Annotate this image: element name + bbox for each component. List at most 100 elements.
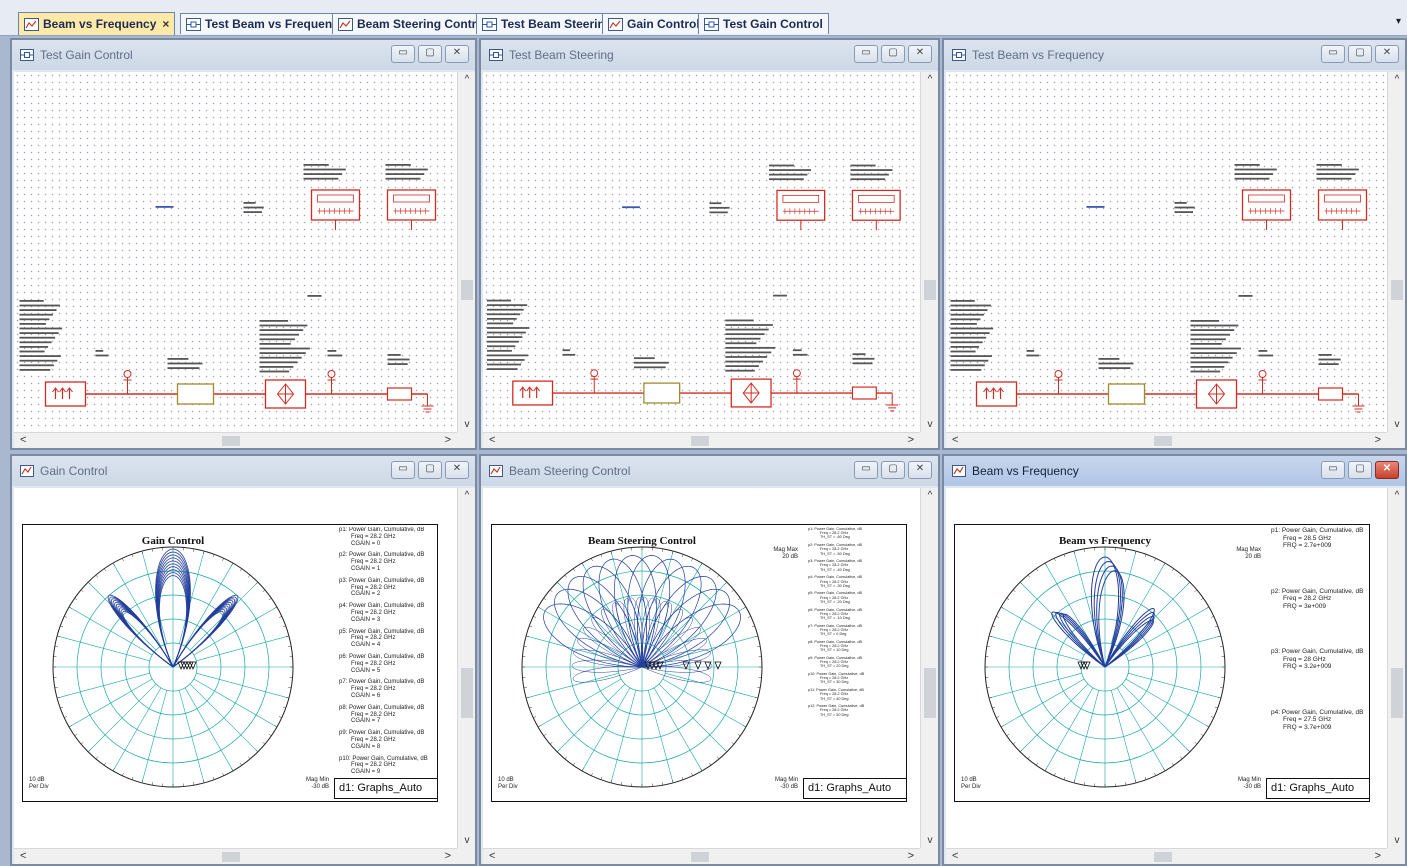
scroll-down-icon[interactable]: v [921, 835, 939, 846]
scroll-up-icon[interactable]: ^ [458, 74, 476, 85]
vertical-scrollbar[interactable]: ^ v [457, 72, 475, 432]
polar-graph[interactable]: Beam vs Frequency Mag Max 20 dB Mag Min -30 … [954, 524, 1370, 802]
vertical-scroll-thumb[interactable] [1391, 280, 1403, 300]
horizontal-scrollbar[interactable]: < > [14, 848, 457, 864]
dataset-label[interactable]: d1: Graphs_Auto [1266, 778, 1370, 799]
test-point-probe[interactable] [792, 369, 801, 394]
maximize-button[interactable]: ▢ [418, 461, 442, 479]
resize-grip[interactable] [920, 432, 938, 448]
close-button[interactable]: ✕ [1375, 461, 1399, 479]
subcircuit-block[interactable] [643, 382, 681, 404]
tab-beam-steering-control[interactable]: Beam Steering Control [332, 13, 494, 34]
sweep-control-block[interactable] [851, 189, 901, 231]
close-button[interactable]: ✕ [1375, 45, 1399, 63]
scroll-right-icon[interactable]: > [445, 850, 451, 862]
scroll-left-icon[interactable]: < [952, 434, 958, 446]
resize-grip[interactable] [457, 848, 475, 864]
scroll-left-icon[interactable]: < [952, 850, 958, 862]
resize-grip[interactable] [457, 432, 475, 448]
horizontal-scrollbar[interactable]: < > [483, 432, 920, 448]
polar-graph[interactable]: Beam Steering Control Mag Max 20 dB Mag Min… [491, 524, 907, 802]
scroll-up-icon[interactable]: ^ [1388, 490, 1406, 501]
scroll-left-icon[interactable]: < [20, 850, 26, 862]
scroll-down-icon[interactable]: v [458, 419, 476, 430]
test-point-probe[interactable] [590, 369, 599, 394]
graph-canvas[interactable]: Beam Steering Control Mag Max 20 dB Mag Min… [483, 488, 920, 848]
horizontal-scrollbar[interactable]: < > [946, 432, 1387, 448]
tab-close-icon[interactable]: × [162, 17, 169, 31]
sweep-control-block[interactable] [776, 189, 826, 231]
load-block[interactable] [386, 387, 413, 401]
close-button[interactable]: ✕ [445, 45, 469, 63]
minimize-button[interactable]: ▭ [391, 461, 415, 479]
schematic-canvas[interactable] [946, 72, 1387, 432]
load-block[interactable] [1317, 387, 1344, 401]
test-point-probe[interactable] [327, 370, 336, 395]
test-point-probe[interactable] [123, 370, 132, 395]
scroll-down-icon[interactable]: v [921, 419, 939, 430]
test-point-probe[interactable] [1054, 370, 1063, 395]
tab-test-beam-steering[interactable]: Test Beam Steering [476, 13, 619, 34]
horizontal-scroll-thumb[interactable] [691, 852, 709, 862]
horizontal-scroll-thumb[interactable] [1154, 436, 1172, 446]
subcircuit-block[interactable] [176, 383, 215, 405]
schematic-canvas[interactable] [483, 72, 920, 432]
scroll-right-icon[interactable]: > [908, 434, 914, 446]
scroll-down-icon[interactable]: v [1388, 419, 1406, 430]
load-block[interactable] [851, 386, 877, 400]
close-button[interactable]: ✕ [908, 461, 932, 479]
polar-graph[interactable]: Gain Control Mag Min -30 dB 10 dB Per Div p1:… [22, 524, 438, 802]
horizontal-scroll-thumb[interactable] [1154, 852, 1172, 862]
scroll-left-icon[interactable]: < [20, 434, 26, 446]
minimize-button[interactable]: ▭ [854, 461, 878, 479]
tab-gain-control[interactable]: Gain Control [602, 13, 706, 34]
dataset-label[interactable]: d1: Graphs_Auto [334, 778, 438, 799]
vertical-scrollbar[interactable]: ^ v [1387, 72, 1405, 432]
scroll-up-icon[interactable]: ^ [1388, 74, 1406, 85]
scroll-up-icon[interactable]: ^ [458, 490, 476, 501]
vertical-scroll-thumb[interactable] [924, 280, 936, 300]
resize-grip[interactable] [920, 848, 938, 864]
scroll-right-icon[interactable]: > [1375, 850, 1381, 862]
tab-beam-vs-frequency[interactable]: Beam vs Frequency × [18, 12, 176, 35]
vertical-scroll-thumb[interactable] [461, 668, 473, 718]
sweep-control-block[interactable] [386, 189, 437, 230]
subcircuit-block[interactable] [1107, 383, 1146, 405]
minimize-button[interactable]: ▭ [1321, 45, 1345, 63]
maximize-button[interactable]: ▢ [418, 45, 442, 63]
tab-test-beam-vs-frequency[interactable]: Test Beam vs Frequency [180, 13, 352, 34]
maximize-button[interactable]: ▢ [881, 461, 905, 479]
vertical-scrollbar[interactable]: ^ v [920, 72, 938, 432]
maximize-button[interactable]: ▢ [1348, 461, 1372, 479]
scroll-down-icon[interactable]: v [1388, 835, 1406, 846]
close-button[interactable]: ✕ [445, 461, 469, 479]
scroll-up-icon[interactable]: ^ [921, 74, 939, 85]
tab-test-gain-control[interactable]: Test Gain Control [698, 13, 829, 34]
resize-grip[interactable] [1387, 432, 1405, 448]
maximize-button[interactable]: ▢ [881, 45, 905, 63]
scroll-right-icon[interactable]: > [445, 434, 451, 446]
sweep-control-block[interactable] [1317, 189, 1368, 230]
scroll-left-icon[interactable]: < [489, 434, 495, 446]
horizontal-scrollbar[interactable]: < > [14, 432, 457, 448]
sweep-control-block[interactable] [1241, 189, 1292, 230]
maximize-button[interactable]: ▢ [1348, 45, 1372, 63]
vertical-scroll-thumb[interactable] [461, 280, 473, 300]
scroll-up-icon[interactable]: ^ [921, 490, 939, 501]
horizontal-scroll-thumb[interactable] [222, 436, 240, 446]
tone-source-block[interactable] [44, 381, 87, 407]
schematic-canvas[interactable] [14, 72, 457, 432]
scroll-right-icon[interactable]: > [1375, 434, 1381, 446]
horizontal-scroll-thumb[interactable] [222, 852, 240, 862]
minimize-button[interactable]: ▭ [391, 45, 415, 63]
horizontal-scrollbar[interactable]: < > [946, 848, 1387, 864]
minimize-button[interactable]: ▭ [854, 45, 878, 63]
scroll-down-icon[interactable]: v [458, 835, 476, 846]
graph-canvas[interactable]: Gain Control Mag Min -30 dB 10 dB Per Div p1:… [14, 488, 457, 848]
tone-source-block[interactable] [975, 381, 1018, 407]
tab-overflow-icon[interactable]: ▾ [1396, 16, 1401, 27]
horizontal-scrollbar[interactable]: < > [483, 848, 920, 864]
test-point-probe[interactable] [1258, 370, 1267, 395]
graph-canvas[interactable]: Beam vs Frequency Mag Max 20 dB Mag Min -30 … [946, 488, 1387, 848]
horizontal-scroll-thumb[interactable] [691, 436, 709, 446]
